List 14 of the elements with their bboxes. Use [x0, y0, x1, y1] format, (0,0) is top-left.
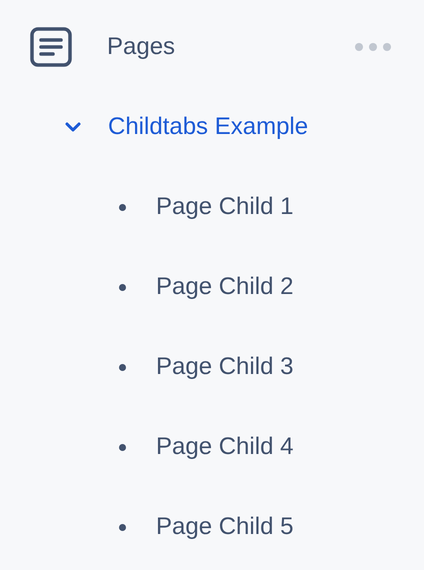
bullet-icon — [119, 204, 126, 210]
bullet-icon — [119, 364, 126, 370]
page-link[interactable]: Page Child 5 — [156, 509, 294, 545]
bullet-icon — [119, 524, 126, 530]
chevron-icon[interactable] — [65, 122, 81, 132]
page-link[interactable]: Page Child 2 — [156, 269, 294, 305]
page-link[interactable]: Childtabs Example — [108, 109, 308, 145]
bullet-icon — [119, 444, 126, 450]
page-link[interactable]: Page Child 1 — [156, 189, 294, 225]
sidebar-title: Pages — [107, 32, 176, 62]
page-link[interactable]: Page Child 3 — [156, 349, 294, 385]
page-icon — [30, 27, 72, 67]
bullet-icon — [119, 284, 126, 290]
page-link[interactable]: Page Child 4 — [156, 429, 294, 465]
